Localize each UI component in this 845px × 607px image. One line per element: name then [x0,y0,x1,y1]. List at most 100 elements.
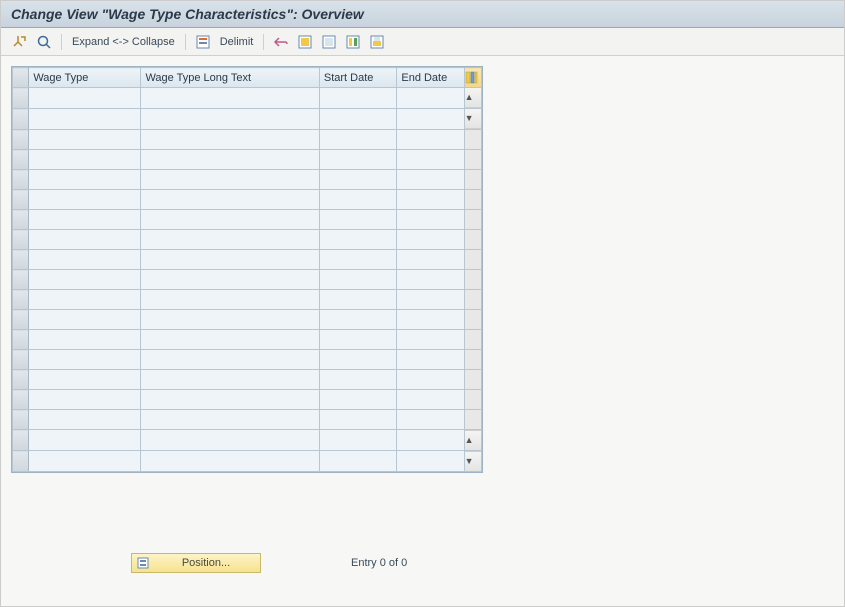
undo-icon[interactable] [272,33,290,51]
cell-start-date[interactable] [319,390,396,410]
cell-end-date[interactable] [397,150,464,170]
row-selector[interactable] [13,330,29,350]
scrollbar-track[interactable] [464,270,481,290]
select-all-icon[interactable] [296,33,314,51]
row-selector[interactable] [13,170,29,190]
cell-end-date[interactable] [397,330,464,350]
cell-end-date[interactable] [397,88,464,109]
table-config-icon[interactable] [464,68,481,88]
column-header-end-date[interactable]: End Date [397,68,464,88]
row-selector[interactable] [13,410,29,430]
cell-wage-type[interactable] [29,130,141,150]
cell-start-date[interactable] [319,290,396,310]
scrollbar-track[interactable] [464,370,481,390]
cell-wage-type[interactable] [29,430,141,451]
cell-end-date[interactable] [397,451,464,472]
cell-end-date[interactable] [397,390,464,410]
cell-start-date[interactable] [319,451,396,472]
scrollbar-track[interactable] [464,190,481,210]
column-header-wage-type[interactable]: Wage Type [29,68,141,88]
print-icon[interactable] [368,33,386,51]
scrollbar-track[interactable] [464,350,481,370]
row-selector[interactable] [13,350,29,370]
cell-wage-type[interactable] [29,330,141,350]
cell-start-date[interactable] [319,230,396,250]
cell-end-date[interactable] [397,230,464,250]
cell-start-date[interactable] [319,130,396,150]
row-selector[interactable] [13,210,29,230]
cell-wage-type[interactable] [29,370,141,390]
cell-wage-type[interactable] [29,109,141,130]
cell-wage-type-text[interactable] [141,170,319,190]
scroll-up-button[interactable]: ▲ [464,88,481,109]
column-header-start-date[interactable]: Start Date [319,68,396,88]
scrollbar-track[interactable] [464,390,481,410]
cell-wage-type[interactable] [29,170,141,190]
cell-wage-type[interactable] [29,451,141,472]
scrollbar-track[interactable] [464,250,481,270]
cell-start-date[interactable] [319,310,396,330]
cell-start-date[interactable] [319,210,396,230]
scrollbar-track[interactable] [464,150,481,170]
cell-end-date[interactable] [397,109,464,130]
scroll-down-button[interactable]: ▼ [464,451,481,472]
cell-wage-type-text[interactable] [141,390,319,410]
cell-wage-type[interactable] [29,390,141,410]
cell-end-date[interactable] [397,410,464,430]
cell-wage-type-text[interactable] [141,350,319,370]
cell-start-date[interactable] [319,250,396,270]
cell-end-date[interactable] [397,310,464,330]
cell-wage-type[interactable] [29,270,141,290]
row-selector[interactable] [13,150,29,170]
scrollbar-track[interactable] [464,410,481,430]
cell-wage-type-text[interactable] [141,130,319,150]
select-all-rows[interactable] [13,68,29,88]
cell-wage-type-text[interactable] [141,250,319,270]
cell-wage-type-text[interactable] [141,210,319,230]
cell-end-date[interactable] [397,210,464,230]
scrollbar-track[interactable] [464,230,481,250]
row-selector[interactable] [13,290,29,310]
cell-wage-type[interactable] [29,88,141,109]
scrollbar-track[interactable] [464,130,481,150]
config-icon[interactable] [344,33,362,51]
cell-end-date[interactable] [397,430,464,451]
scrollbar-track[interactable] [464,290,481,310]
cell-start-date[interactable] [319,170,396,190]
cell-wage-type-text[interactable] [141,430,319,451]
cell-end-date[interactable] [397,290,464,310]
row-selector[interactable] [13,230,29,250]
cell-wage-type-text[interactable] [141,270,319,290]
cell-wage-type[interactable] [29,290,141,310]
column-header-wage-type-text[interactable]: Wage Type Long Text [141,68,319,88]
row-selector[interactable] [13,88,29,109]
row-selector[interactable] [13,190,29,210]
cell-start-date[interactable] [319,88,396,109]
row-selector[interactable] [13,250,29,270]
scrollbar-track[interactable] [464,330,481,350]
cell-wage-type-text[interactable] [141,88,319,109]
expand-collapse-button[interactable]: Expand <-> Collapse [70,36,177,48]
position-button[interactable]: Position... [131,553,261,573]
cell-end-date[interactable] [397,130,464,150]
delimit-icon[interactable] [194,33,212,51]
row-selector[interactable] [13,310,29,330]
cell-wage-type-text[interactable] [141,150,319,170]
cell-start-date[interactable] [319,109,396,130]
cell-start-date[interactable] [319,330,396,350]
scroll-up-bottom-button[interactable]: ▲ [464,430,481,451]
details-icon[interactable] [35,33,53,51]
cell-wage-type[interactable] [29,190,141,210]
cell-wage-type-text[interactable] [141,230,319,250]
row-selector[interactable] [13,430,29,451]
row-selector[interactable] [13,390,29,410]
cell-wage-type-text[interactable] [141,190,319,210]
cell-start-date[interactable] [319,430,396,451]
cell-wage-type-text[interactable] [141,310,319,330]
cell-end-date[interactable] [397,170,464,190]
cell-wage-type-text[interactable] [141,330,319,350]
other-view-icon[interactable] [11,33,29,51]
cell-end-date[interactable] [397,270,464,290]
row-selector[interactable] [13,451,29,472]
cell-wage-type-text[interactable] [141,451,319,472]
